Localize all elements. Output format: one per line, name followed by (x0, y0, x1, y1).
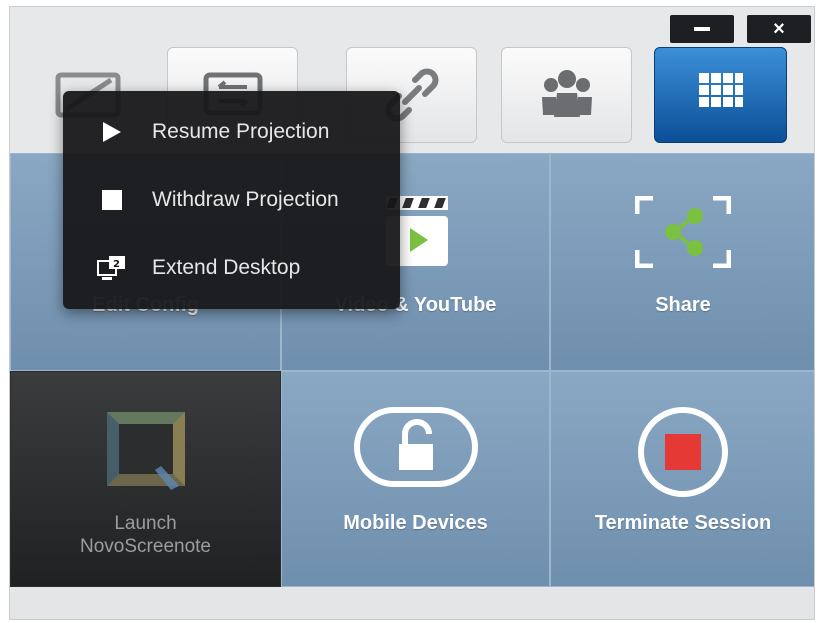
stop-icon (102, 190, 122, 210)
menu-item-label: Withdraw Projection (152, 188, 339, 211)
projection-context-menu: Resume Projection Withdraw Projection 2 … (63, 91, 400, 309)
menu-item-resume-projection[interactable]: Resume Projection (63, 101, 400, 163)
stop-session-icon (638, 407, 728, 497)
minimize-button[interactable] (670, 15, 734, 43)
app-window: × Video & YouTube Share Launch NovoScree… (9, 6, 815, 620)
tab-grid-menu[interactable] (654, 47, 787, 143)
menu-item-label: Extend Desktop (152, 256, 301, 279)
unlock-icon (353, 407, 478, 487)
novoscreenote-logo (106, 412, 185, 490)
grid-menu-icon (698, 73, 743, 107)
close-button[interactable]: × (747, 15, 811, 43)
tile-terminate-session-label: Terminate Session (594, 512, 772, 534)
tab-group[interactable] (501, 47, 632, 143)
tile-share[interactable]: Share (550, 153, 814, 371)
menu-item-withdraw-projection[interactable]: Withdraw Projection (63, 169, 400, 231)
menu-item-extend-desktop[interactable]: 2 Extend Desktop (63, 237, 400, 299)
tile-terminate-session[interactable]: Terminate Session (550, 371, 814, 587)
menu-item-label: Resume Projection (152, 120, 330, 143)
share-icon (635, 196, 731, 268)
tile-mobile-devices-label: Mobile Devices (343, 512, 488, 534)
tile-launch-novoscreenote[interactable]: Launch NovoScreenote (10, 371, 281, 587)
tile-launch-label-line1: Launch (114, 513, 177, 534)
tile-launch-label-line2: NovoScreenote (80, 536, 211, 557)
close-icon: × (773, 17, 785, 40)
extend-desktop-icon: 2 (97, 256, 125, 280)
play-icon (103, 122, 121, 142)
tile-mobile-devices[interactable]: Mobile Devices (281, 371, 550, 587)
minimize-icon (694, 27, 710, 31)
status-bar (10, 587, 814, 619)
tile-share-label: Share (655, 294, 711, 316)
group-icon (541, 70, 592, 117)
svg-text:2: 2 (113, 259, 120, 270)
